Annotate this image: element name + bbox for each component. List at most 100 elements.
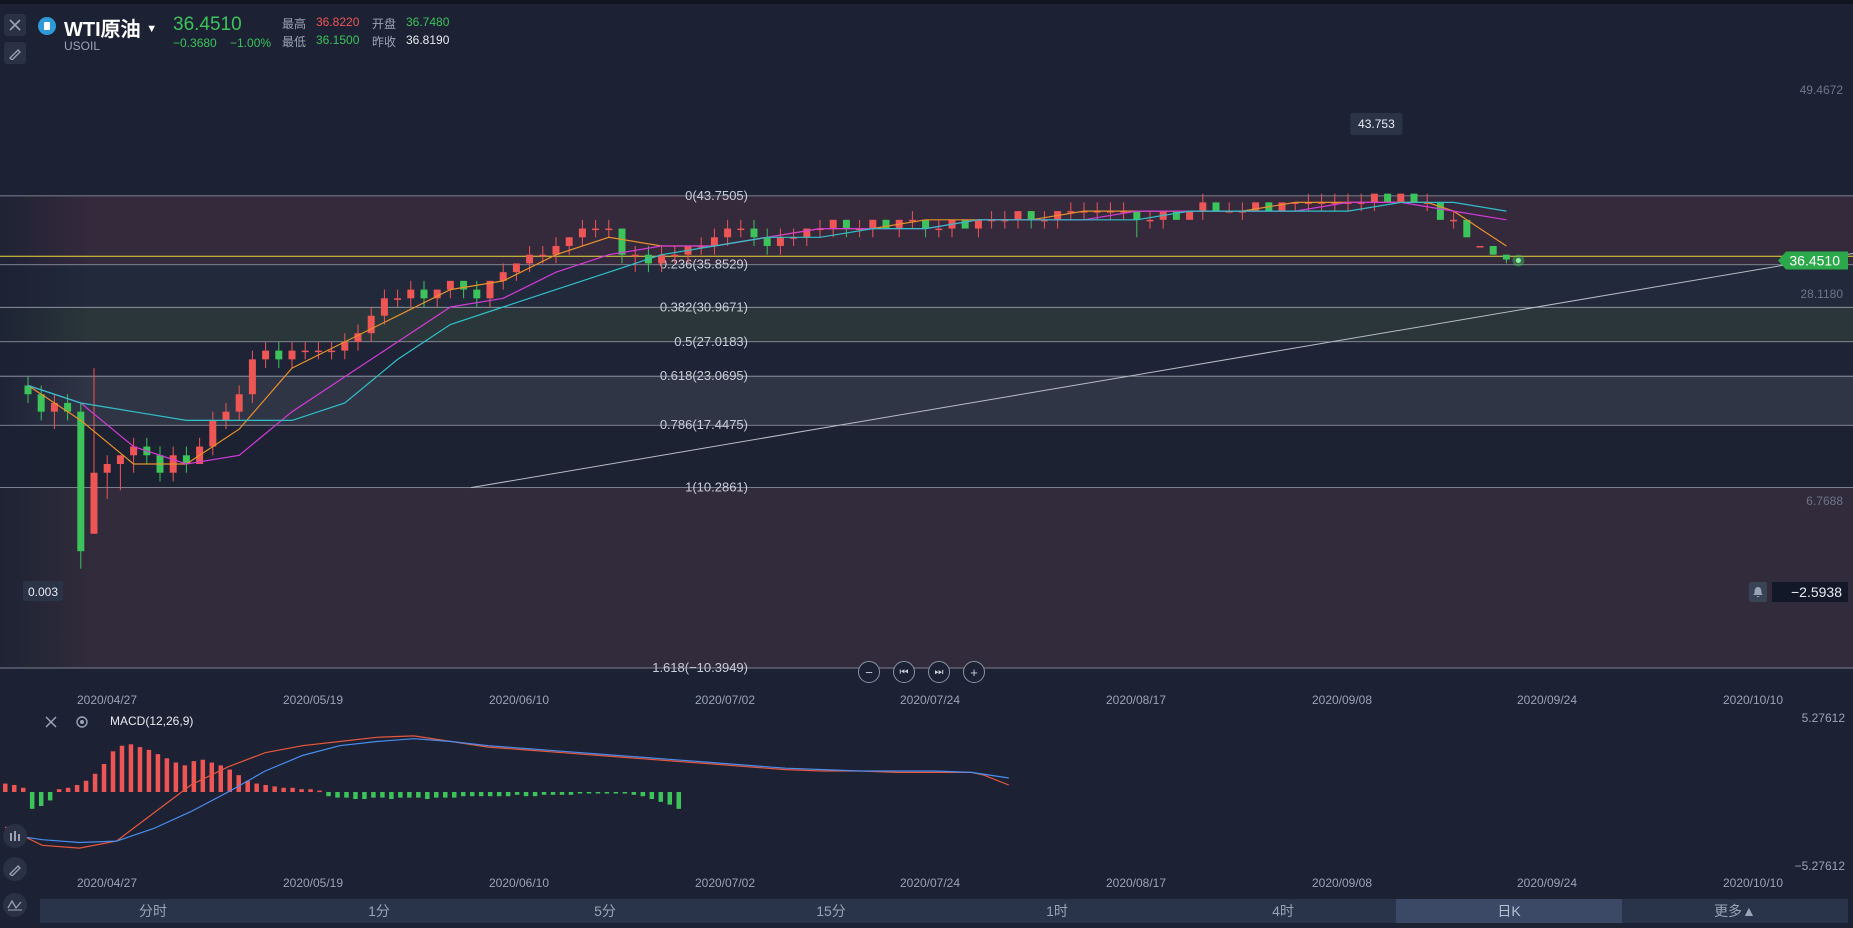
zoom-in-button[interactable]: + — [963, 661, 985, 683]
macd-x-axis-label: 2020/07/24 — [900, 876, 960, 890]
candle-body — [1436, 202, 1444, 220]
tab-timeframe[interactable]: 4时 — [1170, 899, 1396, 923]
macd-histogram-bar — [290, 787, 295, 792]
candle-body — [1186, 211, 1194, 220]
candle-body — [103, 463, 111, 473]
macd-histogram-bar — [416, 792, 421, 798]
macd-histogram-bar — [110, 751, 116, 792]
macd-histogram-bar — [532, 792, 538, 797]
candle-body — [328, 350, 336, 353]
plus-icon: + — [970, 664, 978, 680]
candle-body — [1502, 254, 1510, 260]
macd-histogram-bar — [622, 792, 628, 794]
tab-more[interactable]: 更多▲ — [1622, 899, 1848, 923]
macd-x-axis-label: 2020/07/02 — [695, 876, 755, 890]
tab-timeframe[interactable]: 15分 — [718, 899, 944, 923]
candle-body — [724, 228, 732, 238]
macd-histogram-bar — [452, 792, 457, 798]
live-dot — [1515, 258, 1521, 264]
macd-histogram-bar — [65, 787, 71, 792]
macd-histogram-bar — [146, 749, 152, 792]
y-axis-label: 6.7688 — [1806, 494, 1843, 508]
candle-body — [1489, 245, 1497, 255]
macd-histogram-bar — [559, 792, 565, 795]
candle-body — [301, 350, 309, 353]
candle-body — [222, 411, 230, 421]
macd-histogram-bar — [83, 780, 89, 792]
scroll-prev-button[interactable]: ⏮ — [893, 661, 915, 683]
candle-body — [473, 289, 481, 299]
candle-body — [526, 254, 534, 264]
zoom-out-button[interactable]: − — [858, 661, 880, 683]
gear-icon — [76, 716, 88, 728]
candle-body — [1476, 245, 1484, 248]
candle-body — [605, 228, 613, 231]
macd-histogram-bar — [254, 783, 259, 792]
fib-label: 0.786(17.4475) — [660, 417, 748, 432]
candle-body — [565, 237, 573, 246]
candles-icon — [10, 831, 20, 841]
fib-label: 0.618(23.0695) — [660, 368, 748, 383]
tab-timeframe[interactable]: 分时 — [40, 899, 266, 923]
candle-body — [512, 263, 520, 273]
bell-icon — [1753, 587, 1763, 598]
candle-body — [935, 228, 943, 231]
macd-histogram-bar — [227, 769, 232, 792]
macd-histogram-bar — [20, 787, 26, 792]
macd-histogram-bar — [281, 787, 286, 792]
candle-body — [631, 254, 639, 257]
macd-histogram-bar — [505, 792, 511, 797]
macd-histogram-bar — [434, 792, 439, 798]
candlestick-chart[interactable]: 0(43.7505) 0.236(35.8529) 0.382(30.9671) 0.… — [0, 0, 1853, 928]
candle-body — [1397, 193, 1405, 203]
indicator-button[interactable] — [3, 824, 27, 848]
close-icon — [45, 716, 57, 728]
macd-histogram-bar — [541, 792, 547, 795]
macd-histogram-bar — [469, 792, 475, 797]
macd-histogram-bar — [667, 792, 673, 805]
macd-histogram-bar — [640, 792, 646, 797]
macd-histogram-bar — [613, 792, 619, 794]
x-axis-label: 2020/07/02 — [695, 693, 755, 707]
macd-histogram-bar — [577, 792, 583, 794]
macd-histogram-bar — [164, 758, 170, 792]
cursor-price-label: −2.5938 — [1772, 582, 1848, 602]
candle-body — [539, 254, 547, 257]
fib-label: 0.382(30.9671) — [660, 299, 748, 314]
price-alert-button[interactable] — [1749, 582, 1767, 602]
draw-button[interactable] — [3, 857, 27, 881]
peak-label: 43.753 — [1358, 117, 1395, 131]
tab-timeframe[interactable]: 1分 — [266, 899, 492, 923]
fib-label: 0(43.7505) — [685, 188, 748, 203]
scroll-next-button[interactable]: ⏭ — [928, 661, 950, 683]
macd-histogram-bar — [631, 792, 637, 795]
candle-body — [394, 298, 402, 300]
skip-end-icon: ⏭ — [934, 666, 944, 678]
indicator-settings-button[interactable] — [74, 714, 90, 735]
candle-body — [763, 237, 771, 246]
candle-body — [592, 228, 600, 231]
close-indicator-button[interactable] — [44, 715, 58, 734]
macd-y-axis-label: −5.27612 — [1795, 859, 1846, 873]
timeframe-tabs: 分时 1分 5分 15分 1时 4时 日K 更多▲ — [40, 899, 1848, 923]
y-axis-label: 28.1180 — [1801, 287, 1844, 301]
tab-timeframe[interactable]: 5分 — [492, 899, 718, 923]
macd-histogram-bar — [29, 792, 35, 809]
wave-button[interactable] — [3, 893, 27, 917]
macd-histogram-bar — [263, 784, 268, 792]
tab-timeframe[interactable]: 1时 — [944, 899, 1170, 923]
fib-band — [0, 307, 1853, 342]
macd-histogram-bar — [335, 792, 340, 798]
macd-histogram-bar — [3, 783, 8, 792]
macd-histogram-bar — [398, 792, 403, 798]
candle-body — [1027, 211, 1035, 220]
candle-body — [671, 254, 679, 257]
macd-histogram-bar — [119, 745, 125, 792]
candle-body — [1384, 193, 1392, 203]
candle-body — [275, 350, 283, 360]
tab-timeframe-active[interactable]: 日K — [1396, 899, 1622, 923]
candle-body — [1370, 193, 1378, 203]
candle-body — [77, 411, 85, 552]
macd-histogram-bar — [173, 762, 179, 792]
macd-histogram-bar — [407, 792, 412, 798]
